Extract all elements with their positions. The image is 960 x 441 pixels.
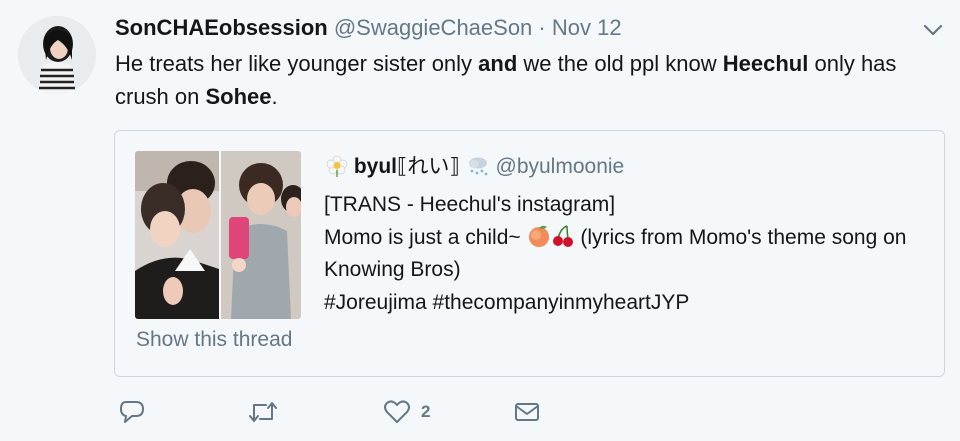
author-avatar[interactable] xyxy=(18,16,96,94)
author-handle[interactable]: @SwaggieChaeSon xyxy=(334,15,532,40)
like-count: 2 xyxy=(421,402,431,421)
quoted-text: [TRANS - Heechul's instagram] Momo is ju… xyxy=(324,189,924,319)
snow-cloud-emoji-icon xyxy=(468,157,488,176)
quoted-name-suffix: ⟦れい⟧ xyxy=(397,155,460,178)
separator-dot: · xyxy=(538,15,546,40)
tweet-text-bold: Heechul xyxy=(722,51,809,76)
quoted-line-2a: Momo is just a child~ xyxy=(324,225,527,249)
tweet-text-bold: Sohee xyxy=(205,84,272,109)
quoted-line-2: Momo is just a child~ (lyrics from Momo'… xyxy=(324,222,924,287)
tweet-header: SonCHAEobsession @SwaggieChaeSon · Nov 1… xyxy=(115,14,622,42)
retweet-icon xyxy=(249,402,277,422)
tweet-text: He treats her like younger sister only a… xyxy=(115,47,950,113)
author-name[interactable]: SonCHAEobsession xyxy=(115,15,328,40)
tweet-text-part: . xyxy=(271,84,278,109)
retweet-button[interactable] xyxy=(246,398,280,426)
quoted-line-3: #Joreujima #thecompanyinmyheartJYP xyxy=(324,290,690,314)
tweet-text-part: we the old ppl know xyxy=(517,51,723,76)
quoted-header: byul⟦れい⟧ @byulmoonie xyxy=(326,153,624,181)
like-button[interactable]: 2 xyxy=(383,398,430,426)
tweet-text-bold: and xyxy=(478,51,518,76)
quoted-author-handle[interactable]: @byulmoonie xyxy=(496,155,625,178)
show-thread-link[interactable]: Show this thread xyxy=(136,328,292,352)
flower-emoji-icon xyxy=(326,155,348,177)
reply-icon xyxy=(120,401,144,423)
peach-emoji-icon xyxy=(528,225,549,247)
quoted-photo-2[interactable] xyxy=(221,151,301,319)
quoted-line-1: [TRANS - Heechul's instagram] xyxy=(324,193,616,216)
heart-icon xyxy=(384,400,410,423)
tweet-date[interactable]: Nov 12 xyxy=(552,15,622,40)
quoted-author-name[interactable]: byul xyxy=(354,155,397,178)
tweet-actions: 2 xyxy=(0,398,960,432)
chevron-down-icon[interactable] xyxy=(921,18,945,42)
tweet-text-part: He treats her like younger sister only xyxy=(115,51,479,76)
quoted-tweet[interactable]: byul⟦れい⟧ @byulmoonie [TRANS - Heechul's … xyxy=(114,130,945,377)
direct-message-button[interactable] xyxy=(513,398,541,426)
reply-button[interactable] xyxy=(118,398,146,426)
quoted-photo-1[interactable] xyxy=(135,151,219,319)
envelope-icon xyxy=(515,403,539,421)
cherries-emoji-icon xyxy=(552,224,573,247)
